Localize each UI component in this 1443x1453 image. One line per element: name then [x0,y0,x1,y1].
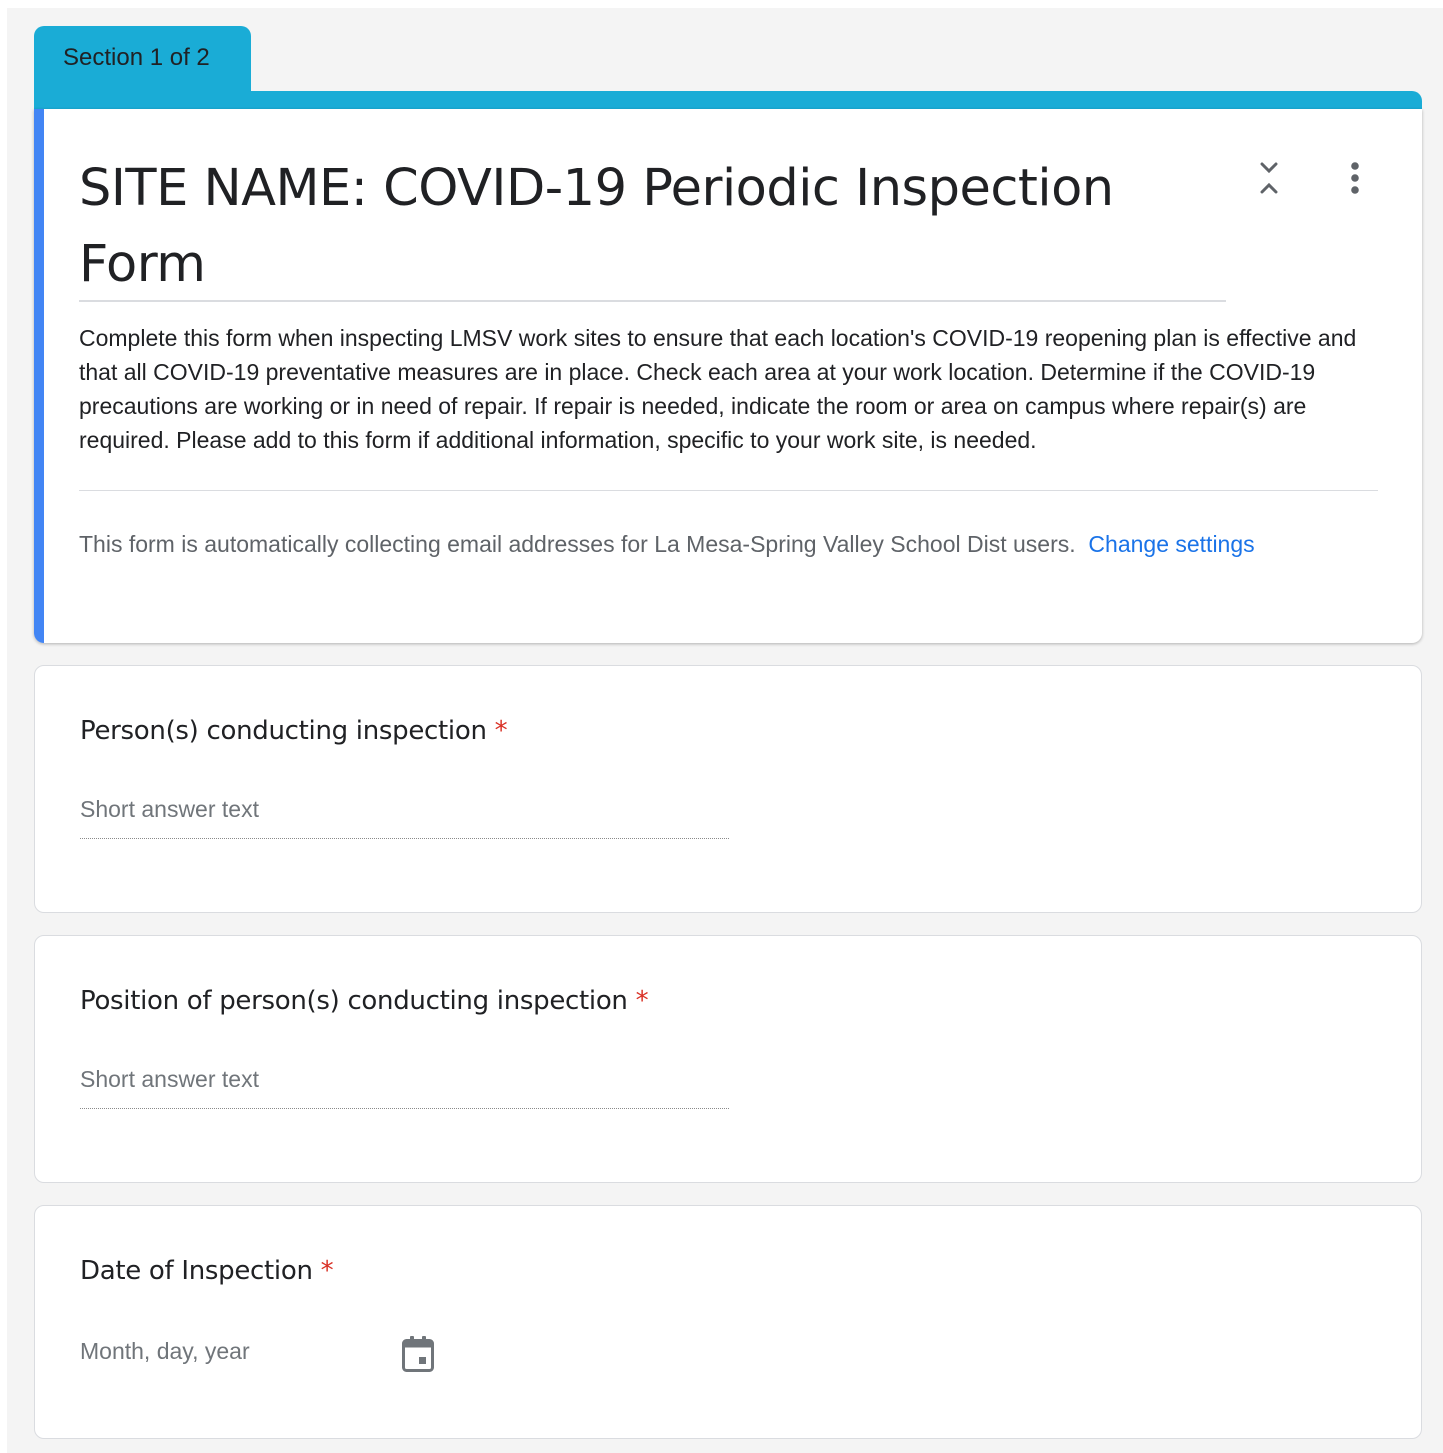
question-card[interactable]: Position of person(s) conducting inspect… [34,935,1422,1183]
date-placeholder: Month, day, year [80,1338,250,1364]
short-answer-field: Short answer text [80,1064,729,1109]
collapse-icon [1260,162,1278,194]
section-label: Section 1 of 2 [63,44,210,71]
form-description[interactable]: Complete this form when inspecting LMSV … [79,321,1369,457]
question-title[interactable]: Person(s) conducting inspection * [80,713,508,749]
question-title-text: Person(s) conducting inspection [80,716,487,746]
section-color-bar [34,91,1422,109]
email-notice-text: This form is automatically collecting em… [79,531,1076,557]
calendar-icon [402,1336,434,1372]
calendar-button[interactable] [398,1334,438,1374]
question-title-text: Date of Inspection [80,1256,313,1286]
required-asterisk: * [494,716,508,746]
active-card-accent [34,109,44,643]
collapse-section-button[interactable] [1249,158,1289,198]
short-answer-field: Short answer text [80,794,729,839]
email-collection-notice: This form is automatically collecting em… [79,526,1349,562]
question-card[interactable]: Date of Inspection * Month, day, year [34,1205,1422,1439]
date-field: Month, day, year [80,1334,440,1374]
more-vert-icon [1351,162,1359,194]
question-card[interactable]: Person(s) conducting inspection * Short a… [34,665,1422,913]
question-title[interactable]: Date of Inspection * [80,1253,334,1289]
change-settings-link[interactable]: Change settings [1088,531,1254,557]
more-options-button[interactable] [1335,158,1375,198]
form-header-card[interactable]: SITE NAME: COVID-19 Periodic Inspection … [34,109,1422,643]
form-title[interactable]: SITE NAME: COVID-19 Periodic Inspection … [79,151,1199,303]
required-asterisk: * [635,986,649,1016]
title-underline [79,300,1226,302]
required-asterisk: * [320,1256,334,1286]
question-title-text: Position of person(s) conducting inspect… [80,986,628,1016]
description-underline [79,490,1378,491]
question-title[interactable]: Position of person(s) conducting inspect… [80,983,649,1019]
